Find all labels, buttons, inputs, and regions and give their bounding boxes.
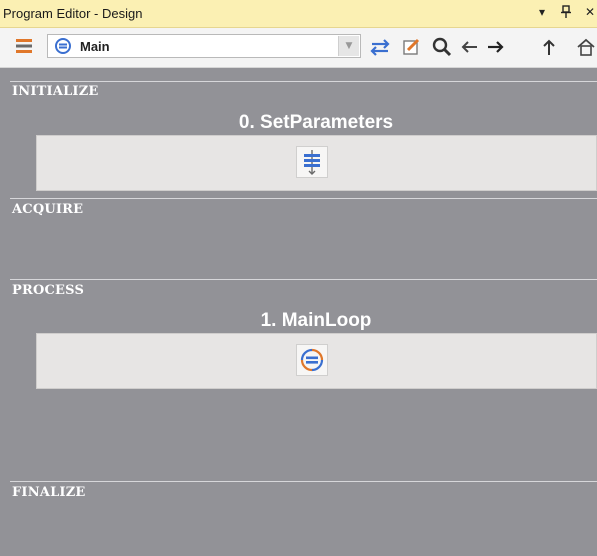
- step-mainloop-title[interactable]: 1. MainLoop: [36, 310, 596, 332]
- toolbar: Main ▼: [0, 28, 597, 68]
- stage-initialize-label: INITIALIZE: [12, 84, 99, 99]
- forward-arrow-icon[interactable]: [486, 38, 506, 61]
- sequence-icon[interactable]: [296, 146, 328, 178]
- pin-icon[interactable]: [559, 5, 573, 19]
- program-select[interactable]: Main ▼: [47, 34, 361, 58]
- window-menu-dropdown-icon[interactable]: ▾: [535, 5, 549, 19]
- title-bar: Program Editor - Design ▾ ✕: [0, 0, 597, 28]
- step-mainloop-block[interactable]: [36, 333, 597, 389]
- section-divider: [10, 481, 597, 482]
- list-icon[interactable]: [14, 37, 34, 60]
- home-icon[interactable]: [576, 37, 596, 62]
- search-icon[interactable]: [431, 36, 453, 63]
- section-divider: [10, 81, 597, 82]
- program-select-value: Main: [80, 39, 110, 54]
- loop-icon: [54, 37, 72, 60]
- close-icon[interactable]: ✕: [583, 5, 597, 19]
- section-divider: [10, 198, 597, 199]
- loop-icon[interactable]: [296, 344, 328, 376]
- step-setparameters-title[interactable]: 0. SetParameters: [36, 112, 596, 134]
- window-title: Program Editor - Design: [3, 6, 143, 21]
- stage-process-label: PROCESS: [12, 283, 85, 298]
- step-setparameters-block[interactable]: [36, 135, 597, 191]
- chevron-down-icon[interactable]: ▼: [338, 36, 359, 56]
- stage-finalize-label: FINALIZE: [12, 485, 86, 500]
- edit-icon[interactable]: [402, 37, 422, 62]
- back-arrow-icon[interactable]: [459, 38, 479, 61]
- up-arrow-icon[interactable]: [542, 37, 556, 62]
- swap-arrows-icon[interactable]: [369, 37, 391, 62]
- section-divider: [10, 279, 597, 280]
- stage-acquire-label: ACQUIRE: [12, 202, 84, 217]
